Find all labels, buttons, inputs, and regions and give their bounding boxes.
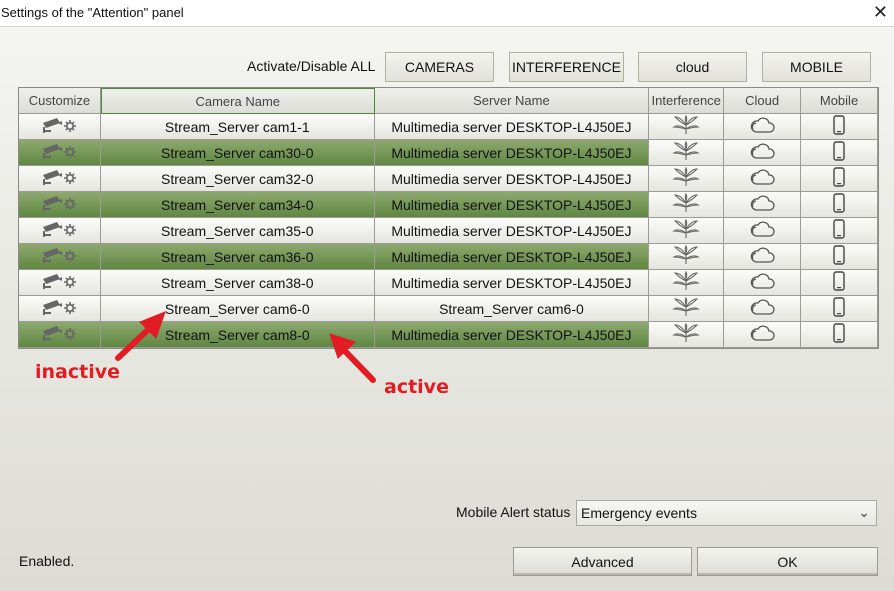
status-text: Enabled. (19, 553, 75, 569)
annotation-active: active (384, 376, 449, 398)
annotation-inactive: inactive (35, 361, 120, 383)
arrow-active (339, 345, 376, 383)
advanced-button[interactable]: Advanced (513, 547, 692, 576)
mobile-alert-label: Mobile Alert status (456, 504, 571, 520)
mobile-alert-select[interactable]: Emergency events ⌄ (576, 500, 877, 526)
chevron-down-icon[interactable]: ⌄ (858, 504, 870, 521)
mobile-alert-value: Emergency events (581, 505, 697, 521)
arrow-inactive (115, 323, 155, 361)
ok-button[interactable]: OK (697, 547, 878, 576)
